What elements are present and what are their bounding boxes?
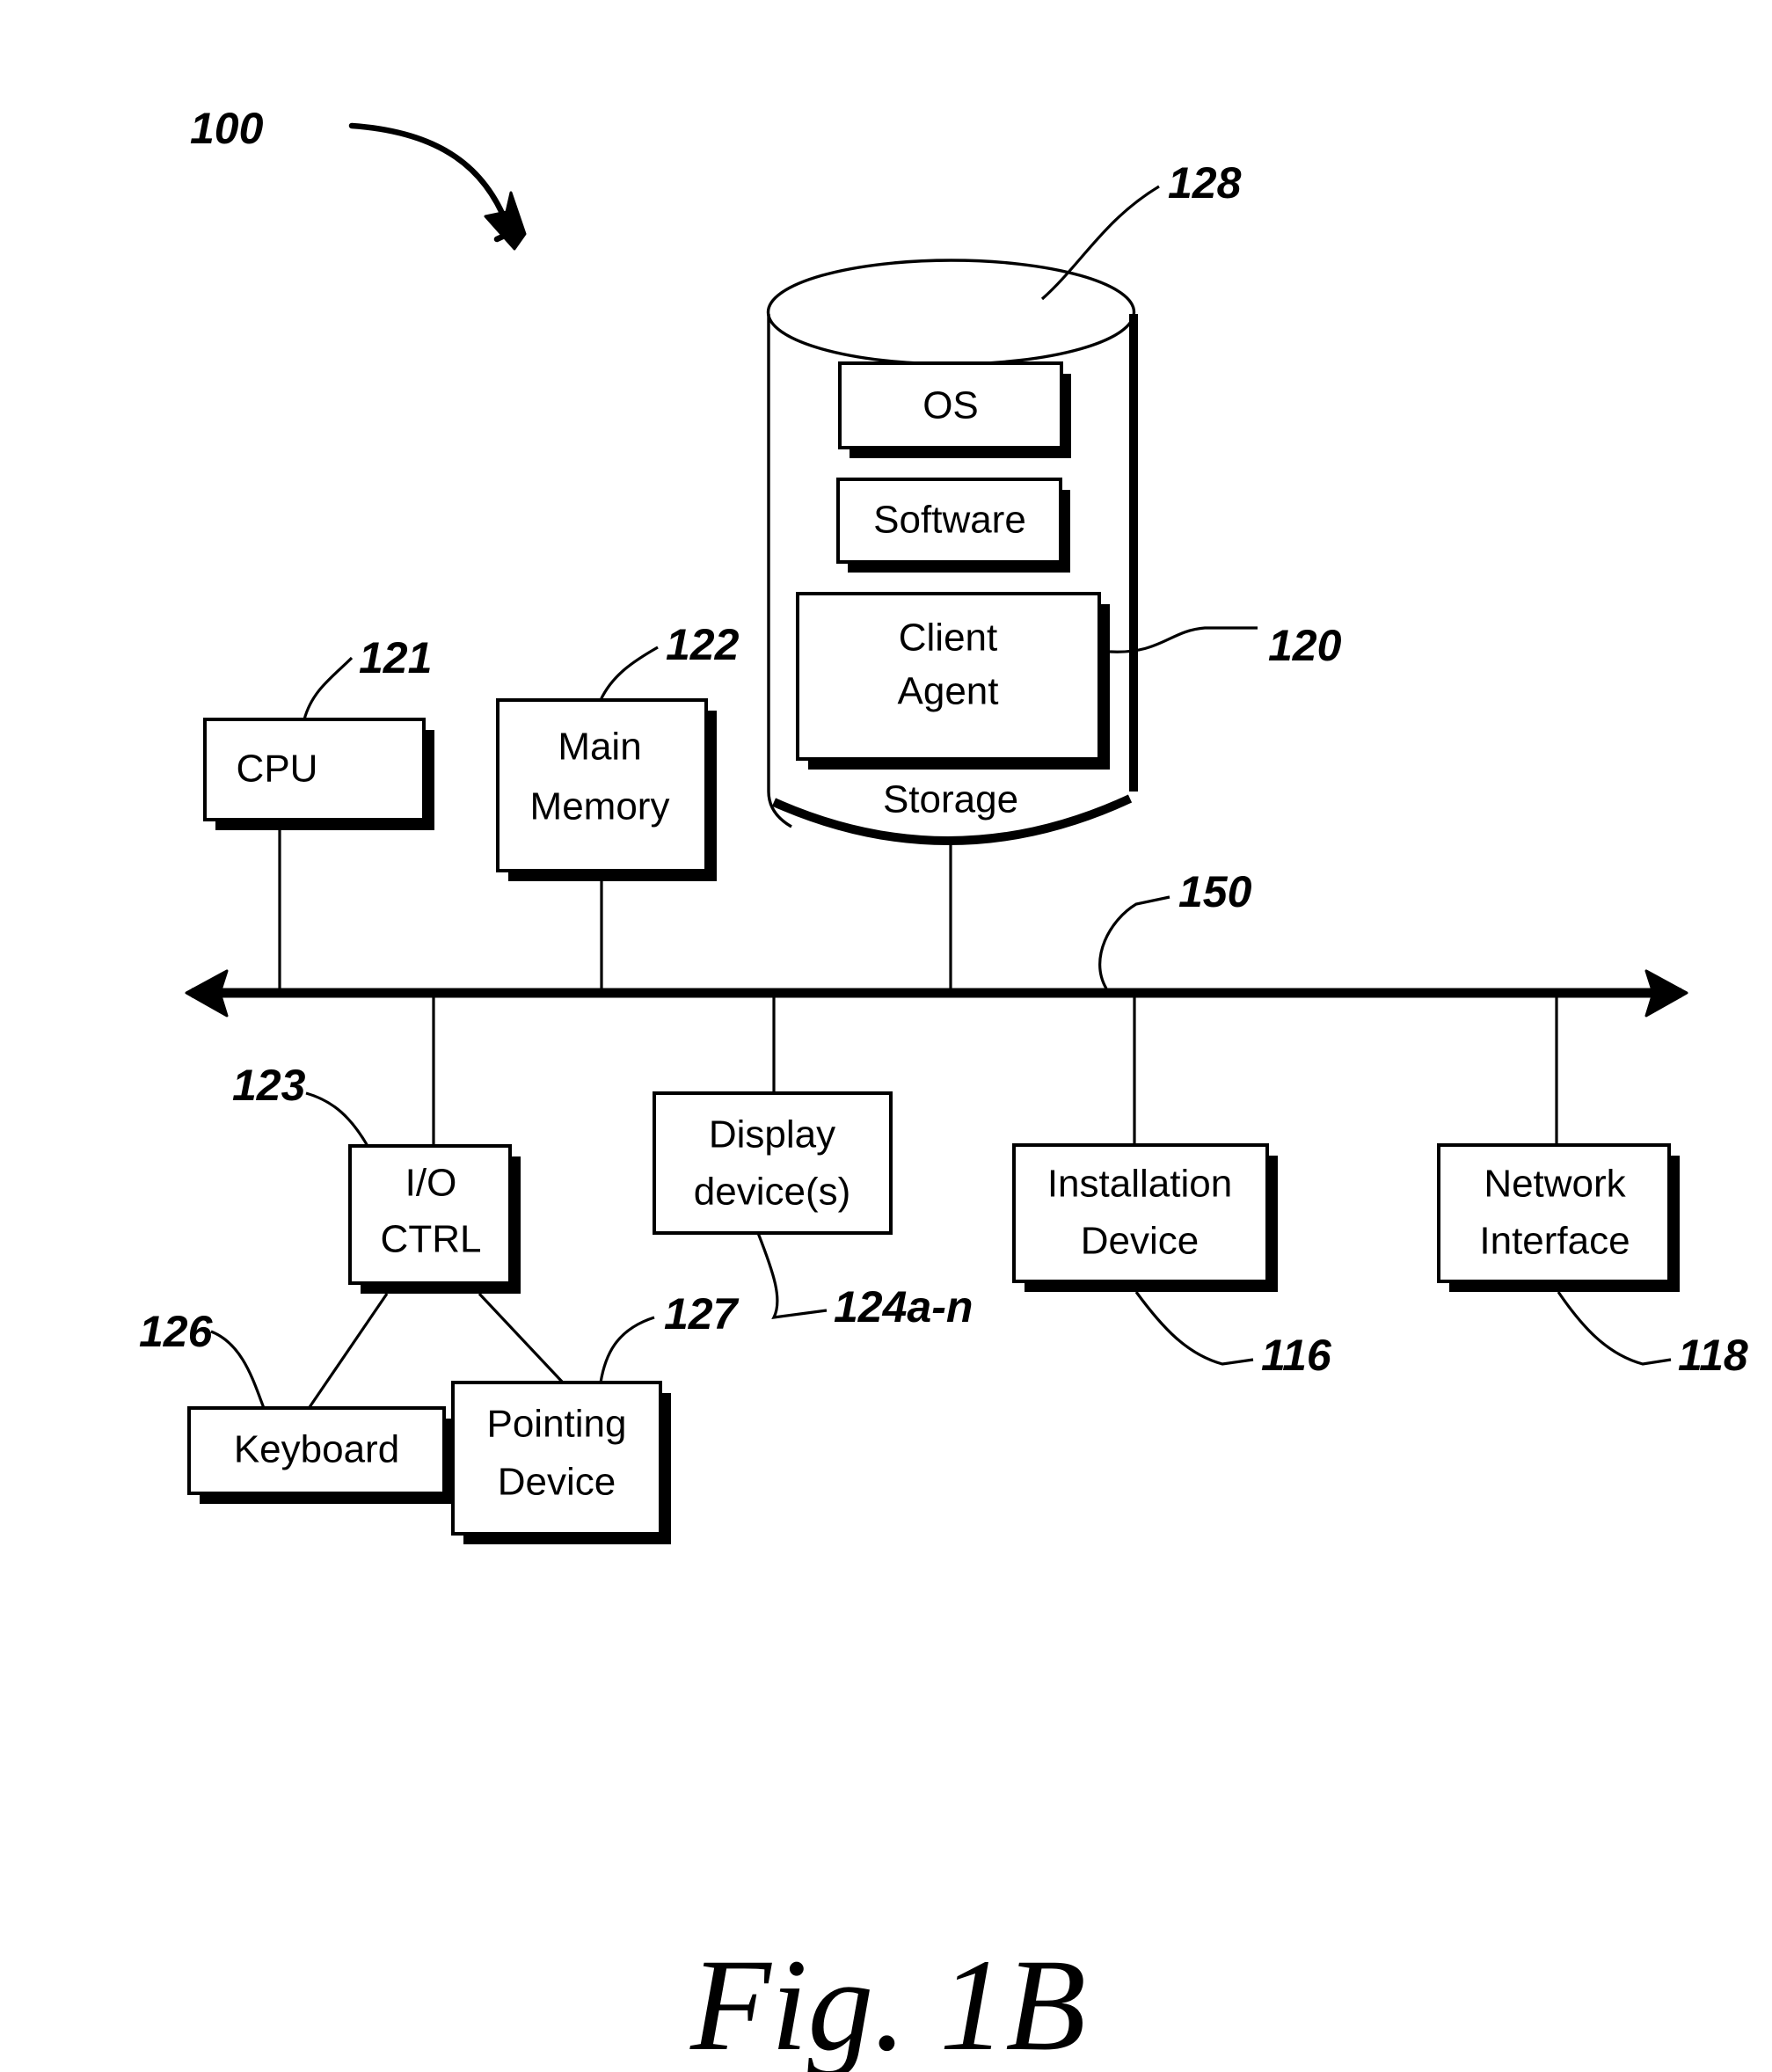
storage-label: Storage bbox=[883, 778, 1018, 821]
ref-label-121: 121 bbox=[359, 633, 432, 682]
main-memory-label-line2: Memory bbox=[530, 785, 670, 828]
cpu-box-label: CPU bbox=[237, 748, 318, 791]
io-ctrl-label-line2: CTRL bbox=[381, 1218, 482, 1261]
leader-line-124 bbox=[756, 1232, 828, 1319]
keyboard-label: Keyboard bbox=[234, 1428, 399, 1471]
installation-device-label-line2: Device bbox=[1081, 1220, 1200, 1263]
ref-label-126: 126 bbox=[139, 1307, 214, 1356]
ref-label-124a-n: 124a-n bbox=[834, 1282, 973, 1331]
system-ref-arrow bbox=[348, 122, 527, 251]
client-agent-label-line1: Client bbox=[899, 616, 998, 660]
software-box-label: Software bbox=[873, 499, 1026, 542]
io-ctrl-label-line1: I/O bbox=[405, 1162, 457, 1205]
display-device-label-line2: device(s) bbox=[694, 1171, 851, 1214]
ref-label-150: 150 bbox=[1178, 867, 1252, 916]
patent-figure-page: 100 128 OS Software Client Agent 120 Sto… bbox=[0, 0, 1772, 2072]
pointing-device-label-line2: Device bbox=[498, 1461, 616, 1504]
leader-line-127 bbox=[599, 1316, 655, 1383]
system-bus bbox=[185, 969, 1688, 1018]
ref-label-122: 122 bbox=[666, 620, 740, 669]
ref-label-118: 118 bbox=[1678, 1331, 1748, 1380]
main-memory-label-line1: Main bbox=[558, 726, 641, 769]
figure-caption: Fig. 1B bbox=[689, 1932, 1086, 2072]
ref-label-128: 128 bbox=[1168, 158, 1242, 208]
leader-line-118 bbox=[1557, 1291, 1672, 1366]
ref-label-127: 127 bbox=[664, 1289, 740, 1339]
leader-line-121 bbox=[303, 656, 354, 720]
connector-io-pointing bbox=[478, 1292, 565, 1384]
ref-label-120: 120 bbox=[1268, 621, 1342, 670]
installation-device-label-line1: Installation bbox=[1047, 1163, 1232, 1206]
ref-label-100: 100 bbox=[190, 104, 264, 153]
network-interface-label-line2: Interface bbox=[1479, 1220, 1630, 1263]
network-interface-label-line1: Network bbox=[1484, 1163, 1626, 1206]
os-box-label: OS bbox=[922, 384, 979, 427]
client-agent-label-line2: Agent bbox=[898, 670, 999, 713]
ref-label-116: 116 bbox=[1261, 1331, 1332, 1380]
leader-line-126 bbox=[210, 1330, 266, 1409]
display-device-label-line1: Display bbox=[709, 1113, 835, 1156]
leader-line-116 bbox=[1134, 1291, 1254, 1366]
figure-canvas: 100 128 OS Software Client Agent 120 Sto… bbox=[139, 104, 1748, 2072]
leader-line-123 bbox=[305, 1091, 369, 1147]
leader-line-150 bbox=[1098, 895, 1170, 989]
pointing-device-label-line1: Pointing bbox=[486, 1403, 626, 1446]
connector-io-keyboard bbox=[308, 1293, 389, 1408]
leader-line-122 bbox=[599, 646, 659, 701]
ref-label-123: 123 bbox=[232, 1061, 306, 1110]
